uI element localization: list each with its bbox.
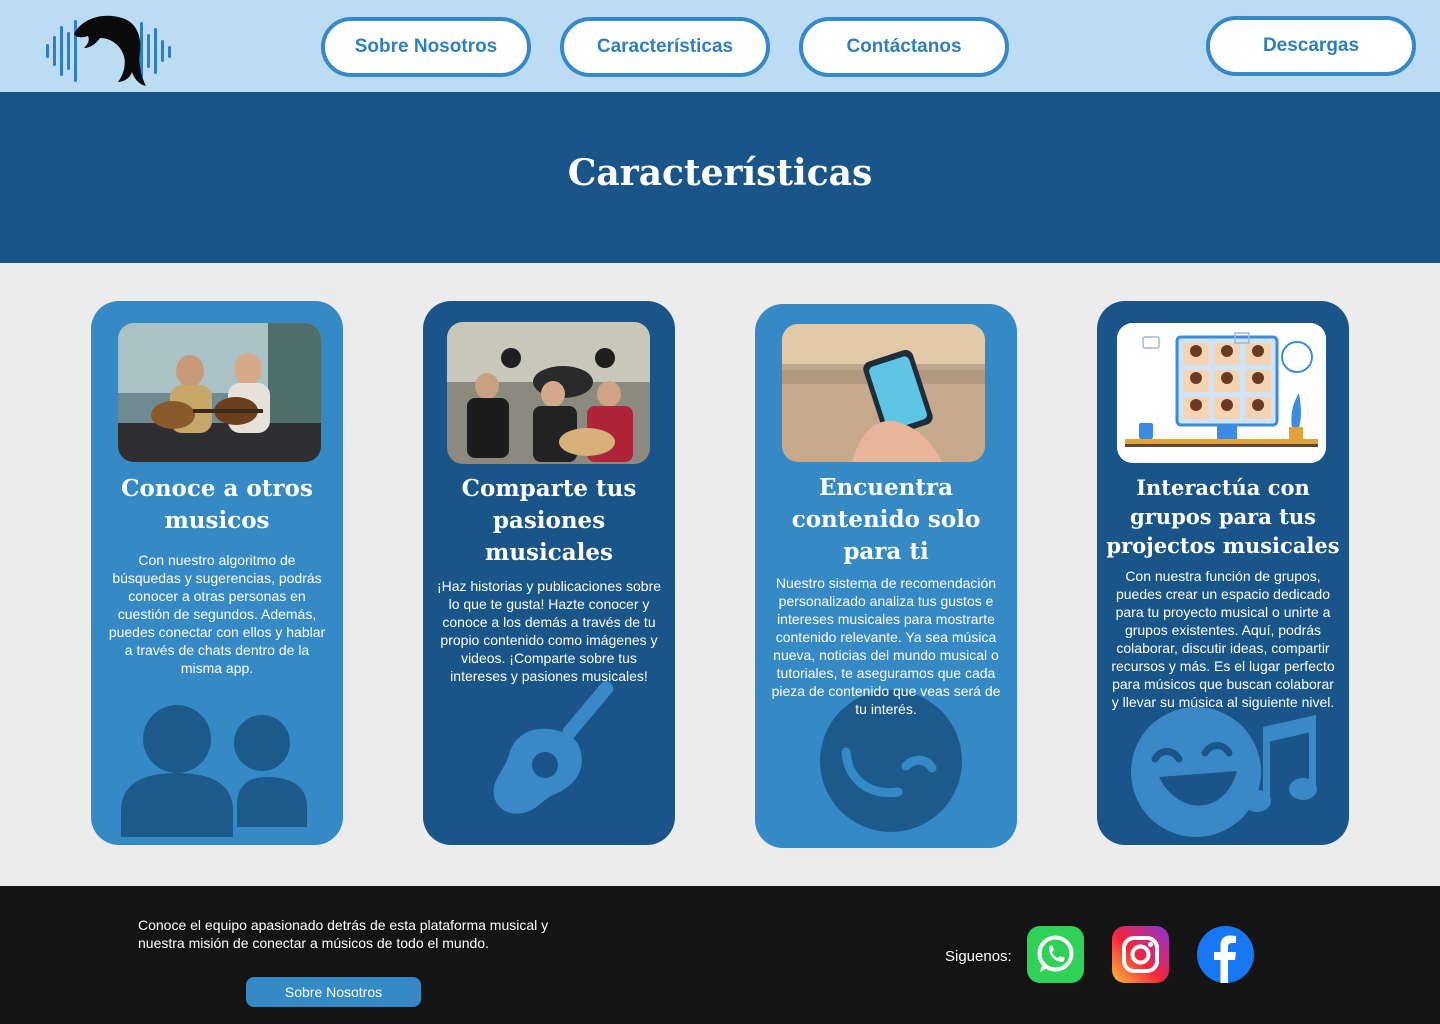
whatsapp-icon[interactable] [1027, 926, 1084, 983]
rock-band-photo [447, 322, 650, 464]
card-title-line: grupos para tus [1130, 504, 1316, 529]
card-title: Encuentra contenido solo para ti [755, 472, 1017, 568]
feature-card-share: Comparte tus pasiones musicales ¡Haz his… [423, 301, 675, 845]
card-description: Nuestro sistema de recomendación persona… [771, 575, 1001, 717]
downloads-button[interactable]: Descargas [1206, 16, 1416, 76]
card-description: Con nuestro algoritmo de búsquedas y sug… [108, 552, 326, 676]
card-title-line: musicos [164, 507, 270, 534]
two-men-playing-guitars-photo [118, 323, 321, 462]
instagram-icon[interactable] [1112, 926, 1169, 983]
page-title: Características [567, 152, 873, 194]
card-title: Interactúa con grupos para tus projectos… [1097, 473, 1349, 560]
card-title-line: Conoce a otros [121, 475, 313, 502]
card-description: Con nuestra función de grupos, puedes cr… [1111, 568, 1335, 710]
users-icon [121, 705, 307, 837]
follow-label: Siguenos: [945, 948, 1012, 965]
card-title-line: para ti [843, 538, 929, 565]
feature-card-groups: Interactúa con grupos para tus projectos… [1097, 301, 1349, 845]
card-title-line: musicales [485, 539, 613, 566]
footer-about-button[interactable]: Sobre Nosotros [246, 977, 421, 1007]
facebook-icon[interactable] [1197, 926, 1254, 983]
nav-link-contactanos[interactable]: Contáctanos [799, 17, 1009, 77]
dolphin-logo-icon[interactable] [44, 12, 176, 88]
footer: Conoce el equipo apasionado detrás de es… [0, 886, 1440, 1024]
card-title-line: Interactúa con [1136, 475, 1310, 500]
card-title-line: contenido solo [791, 506, 981, 533]
nav-link-sobre-nosotros[interactable]: Sobre Nosotros [321, 17, 531, 77]
feature-card-musicians: Conoce a otros musicos Con nuestro algor… [91, 301, 343, 845]
card-title-line: pasiones [492, 507, 606, 534]
video-call-group-illustration [1117, 323, 1326, 463]
card-description: ¡Haz historias y publicaciones sobre lo … [436, 578, 662, 684]
card-title: Conoce a otros musicos [91, 473, 343, 537]
nav-link-caracteristicas[interactable]: Características [560, 17, 770, 77]
guitar-icon [493, 681, 614, 814]
hand-holding-phone-photo [782, 324, 985, 462]
card-title-line: Encuentra [819, 474, 953, 501]
top-navbar: Sobre Nosotros Características Contáctan… [0, 0, 1440, 92]
card-title-line: projectos musicales [1106, 533, 1340, 558]
card-title: Comparte tus pasiones musicales [423, 473, 675, 569]
feature-card-content: Encuentra contenido solo para ti Nuestro… [755, 304, 1017, 848]
footer-description: Conoce el equipo apasionado detrás de es… [138, 917, 549, 951]
singing-face-music-icon [1131, 707, 1317, 837]
card-title-line: Comparte tus [461, 475, 637, 502]
